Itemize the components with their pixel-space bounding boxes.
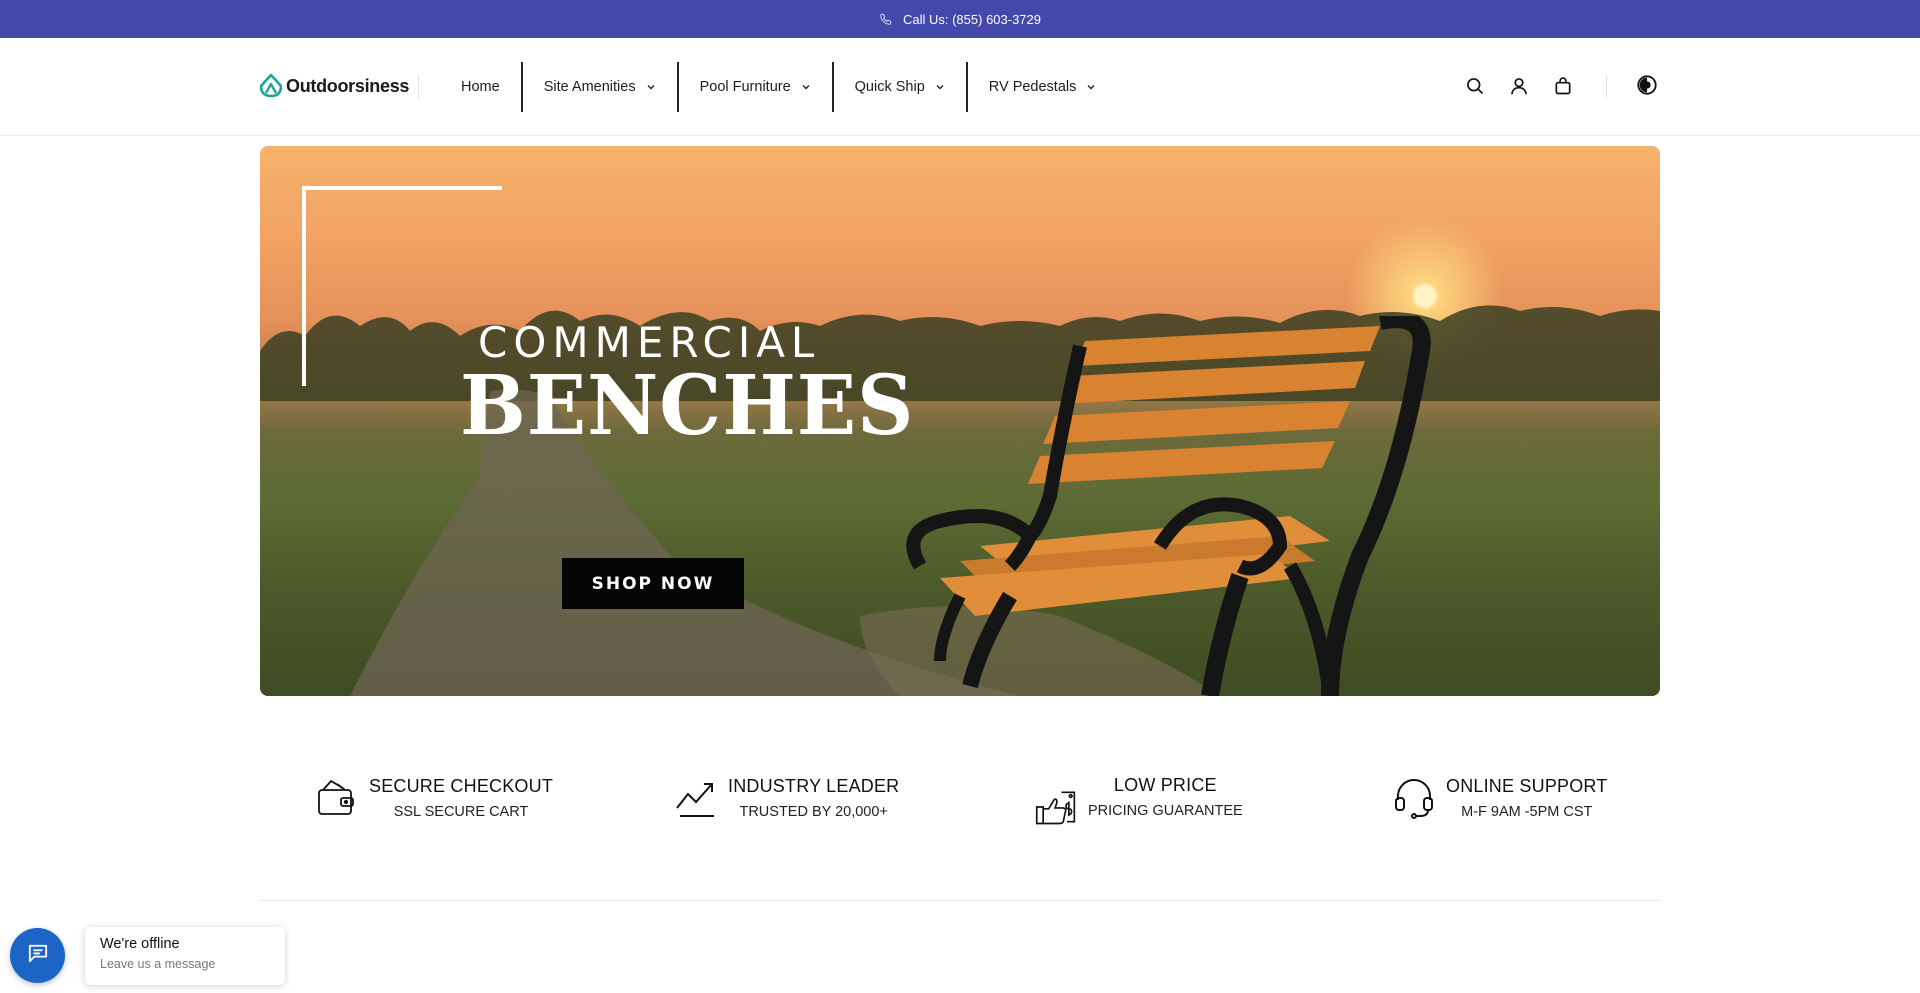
nav-item-label: Site Amenities — [543, 79, 636, 95]
feature-secure-checkout: SECURE CHECKOUT SSL SECURE CART — [315, 776, 553, 820]
section-divider — [260, 900, 1660, 901]
nav-item-label: Home — [461, 79, 500, 95]
hero-banner[interactable]: COMMERCIAL BENCHES SHOP NOW — [260, 146, 1660, 696]
bench-image — [906, 316, 1431, 696]
chevron-down-icon — [935, 82, 945, 92]
search-icon[interactable] — [1463, 74, 1487, 98]
nav-item-rv-pedestals[interactable]: RV Pedestals — [968, 62, 1118, 112]
announcement-bar: Call Us: (855) 603-3729 — [0, 0, 1920, 38]
contrast-icon[interactable] — [1636, 74, 1660, 98]
logo-divider — [418, 75, 419, 99]
shop-now-button[interactable]: SHOP NOW — [562, 558, 744, 609]
features-row: SECURE CHECKOUT SSL SECURE CART INDUSTRY… — [260, 770, 1660, 840]
feature-subtitle: PRICING GUARANTEE — [1088, 803, 1243, 819]
chat-title: We're offline — [100, 936, 180, 952]
nav-item-home[interactable]: Home — [440, 62, 523, 112]
main-nav: Home Site Amenities Pool Furniture Quick… — [440, 62, 1117, 112]
nav-item-label: Pool Furniture — [699, 79, 791, 95]
chat-button[interactable] — [10, 928, 65, 983]
chevron-down-icon — [801, 82, 811, 92]
chat-offline-card[interactable]: We're offline Leave us a message — [85, 927, 285, 985]
hero-frame-top — [302, 186, 502, 190]
header-icon-divider — [1606, 75, 1607, 99]
feature-title: ONLINE SUPPORT — [1446, 776, 1608, 796]
account-icon[interactable] — [1507, 74, 1531, 98]
trend-up-icon — [674, 776, 718, 820]
logo-mark-icon — [260, 74, 282, 98]
feature-subtitle: SSL SECURE CART — [393, 804, 529, 820]
feature-subtitle: TRUSTED BY 20,000+ — [739, 804, 888, 820]
feature-title: SECURE CHECKOUT — [369, 776, 554, 796]
feature-low-price: LOW PRICE PRICING GUARANTEE — [1034, 765, 1243, 829]
wallet-icon — [315, 776, 359, 820]
cart-icon[interactable] — [1551, 74, 1575, 98]
headset-icon — [1392, 776, 1436, 820]
feature-title: LOW PRICE — [1113, 775, 1217, 795]
nav-item-quick-ship[interactable]: Quick Ship — [834, 62, 968, 112]
feature-subtitle: M-F 9AM -5PM CST — [1461, 804, 1593, 820]
chevron-down-icon — [646, 82, 656, 92]
chat-icon — [27, 943, 49, 968]
feature-title: INDUSTRY LEADER — [728, 776, 900, 796]
logo-text: Outdoorsiness — [286, 75, 410, 96]
hero-title-line2: BENCHES — [460, 358, 915, 454]
feature-industry-leader: INDUSTRY LEADER TRUSTED BY 20,000+ — [674, 776, 899, 820]
chat-subtitle: Leave us a message — [100, 957, 216, 971]
call-us-text[interactable]: Call Us: (855) 603-3729 — [903, 12, 1041, 27]
nav-item-pool-furniture[interactable]: Pool Furniture — [679, 62, 834, 112]
hero-frame-left — [302, 186, 306, 386]
site-header: Outdoorsiness Home Site Amenities Pool F… — [0, 38, 1920, 136]
nav-item-label: RV Pedestals — [988, 79, 1077, 95]
price-tag-hand-icon — [1034, 785, 1078, 829]
header-actions — [1463, 74, 1575, 98]
logo[interactable]: Outdoorsiness — [260, 74, 409, 98]
chevron-down-icon — [1086, 82, 1096, 92]
feature-online-support: ONLINE SUPPORT M-F 9AM -5PM CST — [1392, 776, 1608, 820]
nav-item-label: Quick Ship — [854, 79, 925, 95]
nav-item-site-amenities[interactable]: Site Amenities — [523, 62, 679, 112]
phone-icon — [879, 12, 893, 26]
